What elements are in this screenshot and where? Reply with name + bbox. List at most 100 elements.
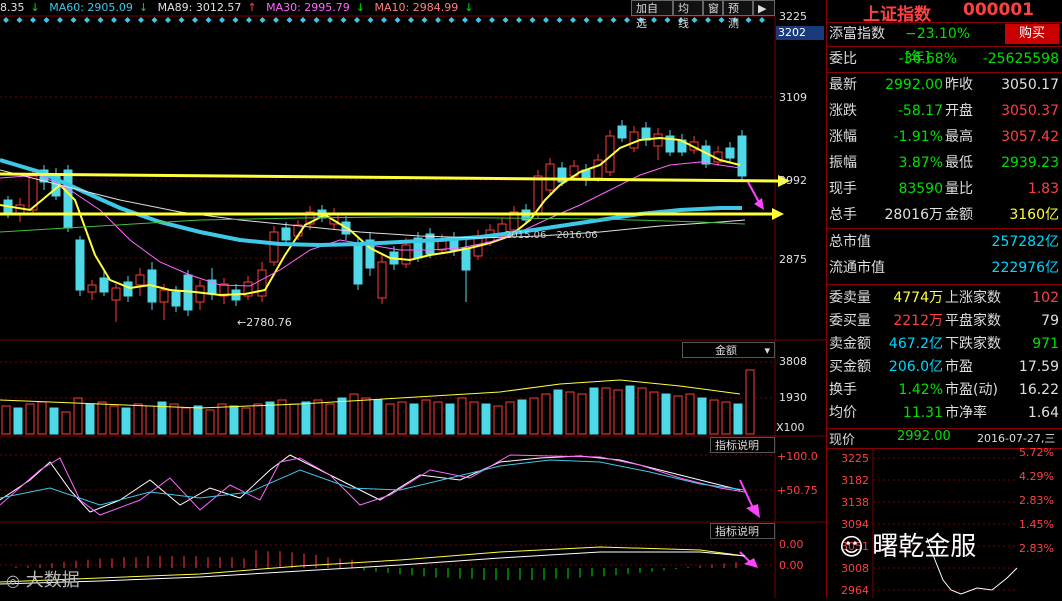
volume-bar[interactable] [625,385,635,435]
window-button[interactable]: 窗 [703,0,723,16]
candle-body[interactable] [425,233,435,255]
volume-bar[interactable] [517,399,527,435]
candle-body[interactable] [171,291,181,307]
candle-body[interactable] [281,227,291,241]
volume-bar[interactable] [445,403,455,435]
candle-body[interactable] [87,284,97,293]
volume-bar[interactable] [385,403,395,435]
candle-body[interactable] [593,159,603,179]
volume-bar[interactable] [733,403,743,435]
volume-bar[interactable] [649,391,659,435]
volume-bar[interactable] [109,405,119,435]
volume-bar[interactable] [193,405,203,435]
volume-bar[interactable] [397,401,407,435]
candle-body[interactable] [377,261,387,299]
candle-body[interactable] [461,247,471,271]
volume-indicator-select[interactable]: 金额 ▾ [682,342,775,358]
candle-body[interactable] [737,135,747,177]
volume-bar[interactable] [265,401,275,435]
candle-body[interactable] [725,147,735,159]
volume-bar[interactable] [169,403,179,435]
volume-bar[interactable] [505,401,515,435]
volume-bar[interactable] [469,401,479,435]
volume-bar[interactable] [25,403,35,435]
volume-bar[interactable] [553,389,563,435]
mini-chart-svg[interactable]: 32253182313830943051300829645.72%4.29%2.… [827,446,1062,598]
volume-bar[interactable] [721,401,731,435]
volume-bar[interactable] [613,389,623,435]
volume-bar[interactable] [301,401,311,435]
volume-bar[interactable] [49,407,59,435]
candle-body[interactable] [195,285,205,303]
kline-chart-area[interactable]: 8.35 ↓ MA60: 2905.09 ↓ MA89: 3012.57 ↑ MA30… [0,0,826,598]
volume-bar[interactable] [217,403,227,435]
volume-bar[interactable] [313,399,323,435]
candle-body[interactable] [353,243,363,285]
volume-bars[interactable] [1,369,755,435]
volume-bar[interactable] [325,403,335,435]
volume-bar[interactable] [541,393,551,435]
volume-bar[interactable] [85,403,95,435]
volume-bar[interactable] [577,393,587,435]
candle-body[interactable] [75,239,85,291]
volume-bar[interactable] [493,405,503,435]
candle-body[interactable] [629,131,639,149]
volume-bar[interactable] [181,407,191,435]
volume-bar[interactable] [373,399,383,435]
candle-body[interactable] [135,274,145,286]
volume-bar[interactable] [481,403,491,435]
candle-body[interactable] [63,169,73,229]
quote-key: 委买量 [829,313,871,329]
volume-bar[interactable] [637,387,647,435]
volume-bar[interactable] [205,409,215,435]
volume-bar[interactable] [253,403,263,435]
volume-bar[interactable] [361,397,371,435]
volume-bar[interactable] [121,407,131,435]
volume-bar[interactable] [229,405,239,435]
candle-body[interactable] [99,277,109,293]
volume-bar[interactable] [409,403,419,435]
volume-bar[interactable] [673,395,683,435]
volume-bar[interactable] [37,401,47,435]
volume-bar[interactable] [457,397,467,435]
moving-average-button[interactable]: 均线 [673,0,703,30]
volume-bar[interactable] [661,393,671,435]
buy-button[interactable]: 购买 [1005,24,1059,44]
candlestick-series[interactable] [3,120,747,322]
volume-bar[interactable] [421,399,431,435]
candle-body[interactable] [159,289,169,303]
volume-bar[interactable] [13,407,23,435]
candle-body[interactable] [653,133,663,147]
volume-bar[interactable] [697,397,707,435]
volume-bar[interactable] [589,387,599,435]
candle-body[interactable] [269,231,279,263]
candle-body[interactable] [401,244,411,265]
candle-body[interactable] [617,125,627,139]
volume-bar[interactable] [145,405,155,435]
volume-bar[interactable] [529,397,539,435]
volume-bar[interactable] [601,387,611,435]
volume-bar[interactable] [337,397,347,435]
forecast-button[interactable]: 预测 [723,0,753,30]
candle-body[interactable] [111,287,121,301]
volume-bar[interactable] [1,405,11,435]
play-icon[interactable]: ▶ [753,0,775,16]
kline-chart-svg[interactable] [0,0,826,598]
volume-bar[interactable] [745,369,755,435]
volume-bar[interactable] [97,401,107,435]
indicator2-help-button[interactable]: 指标说明 [710,523,775,539]
add-watchlist-button[interactable]: 加自选 [631,0,673,30]
volume-bar[interactable] [565,391,575,435]
volume-bar[interactable] [133,403,143,435]
volume-bar[interactable] [433,401,443,435]
volume-bar[interactable] [349,393,359,435]
volume-bar[interactable] [289,403,299,435]
indicator1-help-button[interactable]: 指标说明 [710,437,775,453]
volume-bar[interactable] [685,393,695,435]
intraday-mini-chart[interactable]: 3225 3182 3138 3094 3051 3008 2964 5.72% 4.29% 2.… [827,446,1062,598]
candle-body[interactable] [123,281,133,297]
volume-bar[interactable] [241,407,251,435]
volume-bar[interactable] [61,411,71,435]
volume-bar[interactable] [709,399,719,435]
candle-body[interactable] [545,163,555,191]
